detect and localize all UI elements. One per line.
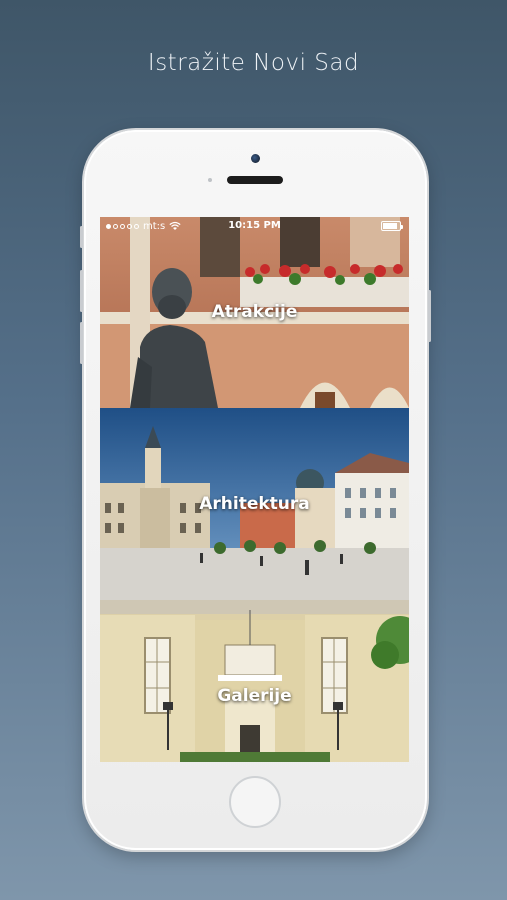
tile-label-galerije: Galerije (217, 686, 292, 706)
power-button (428, 290, 431, 342)
carrier-name: mt:s (143, 220, 166, 232)
proximity-sensor (208, 178, 212, 182)
page-headline: Istražite Novi Sad (147, 50, 360, 76)
phone-screen: mt:s 10:15 PM Atrakcije Arhitektura Gale… (100, 217, 409, 762)
front-camera (251, 154, 260, 163)
mute-switch (80, 226, 83, 248)
battery-icon (381, 221, 403, 231)
earpiece-speaker (227, 176, 283, 184)
wifi-icon (169, 221, 181, 230)
status-bar: mt:s 10:15 PM (100, 217, 409, 235)
tile-label-arhitektura: Arhitektura (199, 494, 310, 514)
tile-arhitektura[interactable]: Arhitektura (100, 408, 409, 600)
home-button[interactable] (229, 776, 281, 828)
signal-icon (106, 223, 139, 229)
volume-up-button (80, 270, 83, 312)
volume-down-button (80, 322, 83, 364)
tile-atrakcije[interactable]: Atrakcije (100, 217, 409, 408)
galleries-photo (100, 600, 409, 762)
tile-galerije[interactable]: Galerije (100, 600, 409, 762)
phone-frame: mt:s 10:15 PM Atrakcije Arhitektura Gale… (80, 130, 431, 850)
tile-label-atrakcije: Atrakcije (211, 302, 298, 322)
